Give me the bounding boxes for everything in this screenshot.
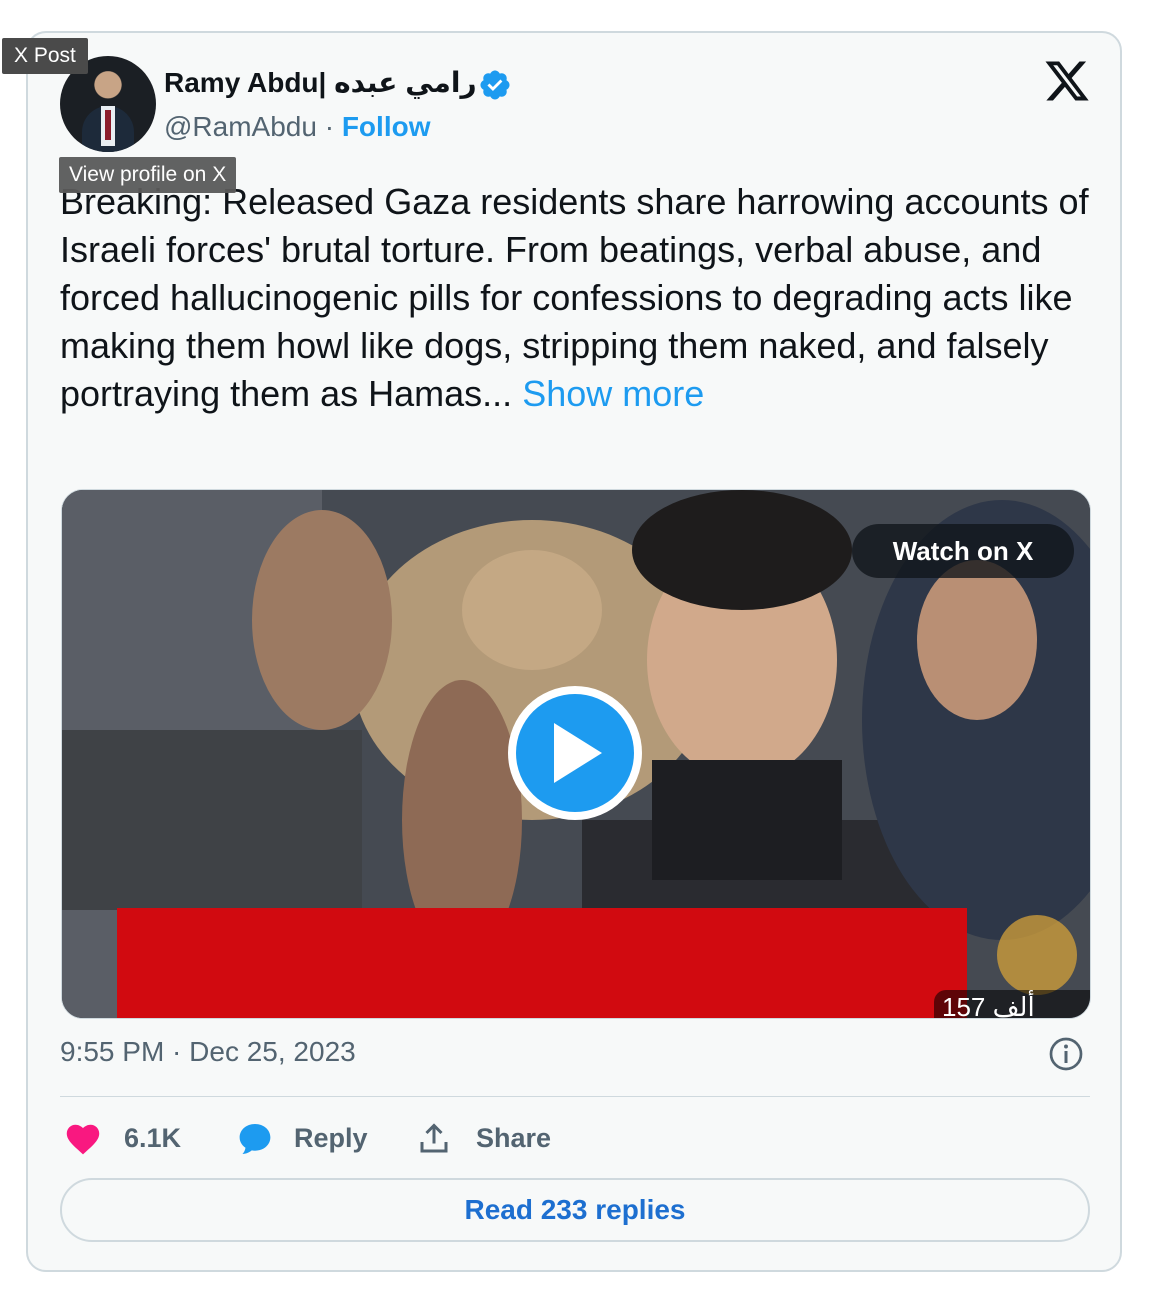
watch-on-x-button[interactable]: Watch on X: [852, 524, 1074, 578]
read-replies-button[interactable]: Read 233 replies: [60, 1178, 1090, 1242]
post-text: Breaking: Released Gaza residents share …: [60, 178, 1100, 418]
like-count: 6.1K: [124, 1123, 182, 1153]
play-icon: [554, 723, 602, 783]
x-logo-icon[interactable]: [1043, 57, 1091, 105]
share-label: Share: [476, 1123, 552, 1153]
heart-icon: [66, 1124, 100, 1155]
post-timestamp[interactable]: 9:55 PM · Dec 25, 2023: [60, 1036, 356, 1068]
play-button[interactable]: [508, 686, 642, 820]
info-icon[interactable]: [1048, 1036, 1084, 1072]
separator-dot: ·: [324, 111, 335, 142]
speech-bubble-icon: [239, 1124, 271, 1154]
reply-label: Reply: [294, 1123, 368, 1153]
author-display-name[interactable]: Ramy Abdu| رامي عبده: [164, 66, 477, 99]
show-more-link[interactable]: Show more: [522, 373, 704, 414]
x-post-tooltip: X Post: [2, 38, 88, 74]
like-button[interactable]: 6.1K: [64, 1116, 194, 1160]
share-upload-icon: [420, 1123, 448, 1153]
view-count-badge: 157 ألف: [934, 990, 1090, 1018]
follow-button[interactable]: Follow: [342, 111, 431, 142]
video-media[interactable]: Watch on X 157 ألف: [61, 489, 1091, 1019]
author-handle-row: @RamAbdu · Follow: [164, 111, 430, 143]
avatar-tie: [105, 110, 111, 140]
reply-button[interactable]: Reply: [236, 1116, 386, 1160]
share-button[interactable]: Share: [416, 1116, 576, 1160]
author-handle[interactable]: @RamAbdu: [164, 111, 317, 142]
verified-badge-icon: [480, 70, 510, 100]
view-profile-tooltip: View profile on X: [59, 157, 237, 193]
divider: [60, 1096, 1090, 1097]
